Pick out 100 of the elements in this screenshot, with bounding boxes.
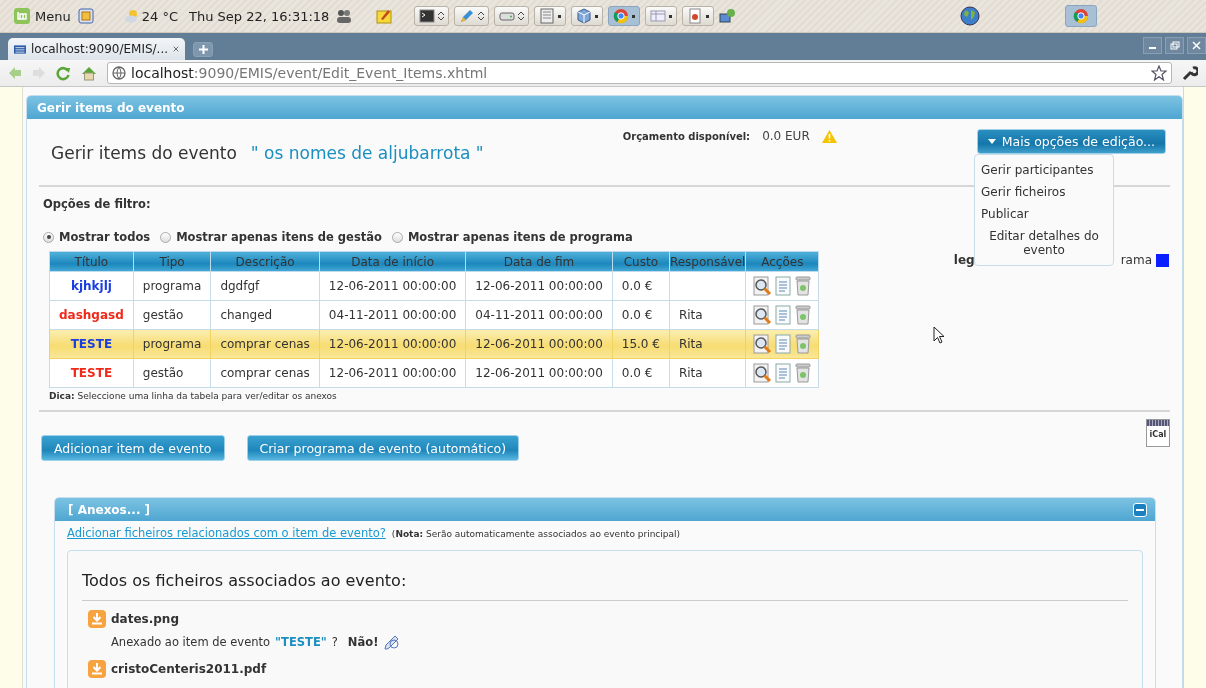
table-cell: gestão — [133, 358, 211, 388]
download-icon[interactable] — [88, 610, 106, 628]
column-header: Responsável — [669, 251, 746, 272]
minimize-button[interactable] — [1143, 37, 1162, 54]
table-cell: 0.0 € — [612, 271, 670, 301]
table-cell: 0.0 € — [612, 300, 670, 330]
radio-option[interactable]: Mostrar apenas itens de gestão — [160, 230, 382, 244]
taskbar-button[interactable] — [414, 6, 450, 26]
table-row[interactable]: TESTE programa comprar cenas 12-06-2011 00:00:00 12-06-2011 00:00:00 15.0 € Rita — [49, 329, 819, 359]
browser-tab[interactable]: localhost:9090/EMIS/... — [8, 38, 185, 60]
site-icon — [14, 43, 26, 55]
magnifier-icon[interactable] — [752, 333, 773, 355]
trash-icon[interactable] — [794, 275, 813, 297]
event-name: " os nomes de aljubarrota " — [250, 143, 484, 163]
back-arrow-icon — [8, 66, 22, 80]
radio-button[interactable] — [160, 231, 172, 243]
table-cell: gestão — [133, 300, 211, 330]
budget-value: 0.0 EUR — [762, 129, 810, 143]
table-cell: 0.0 € — [612, 358, 670, 388]
globe-icon — [112, 66, 126, 80]
caret-icon — [987, 139, 996, 144]
table-cell: dgdfgf — [210, 271, 320, 301]
reload-icon — [56, 65, 71, 81]
new-tab-button[interactable] — [193, 42, 213, 57]
close-button[interactable] — [1187, 37, 1206, 54]
table-row[interactable]: TESTE gestão comprar cenas 12-06-2011 00:00:00 12-06-2011 00:00:00 0.0 € Rita — [49, 358, 819, 388]
ical-button[interactable]: iCal — [1146, 419, 1170, 447]
table-cell: 12-06-2011 00:00:00 — [319, 271, 466, 301]
spinner-icon — [478, 11, 485, 21]
trash-icon[interactable] — [794, 333, 813, 355]
item-title: dashgasd — [59, 308, 124, 322]
home-button[interactable] — [81, 65, 97, 81]
spinner-icon — [518, 11, 525, 21]
forward-arrow-icon — [32, 66, 46, 80]
collapse-button[interactable] — [1133, 502, 1147, 517]
filter-label: Opções de filtro: — [43, 197, 151, 211]
browser-icon — [613, 8, 630, 24]
files-heading: Todos os ficheiros associados ao evento: — [82, 571, 408, 590]
column-header: Tipo — [133, 251, 211, 272]
table-cell: 15.0 € — [612, 329, 670, 359]
table-row[interactable]: dashgasd gestão changed 04-11-2011 00:00:00 04-11-2011 00:00:00 0.0 € Rita — [49, 300, 819, 330]
close-icon[interactable] — [173, 45, 179, 53]
magnifier-icon[interactable] — [752, 362, 773, 384]
restore-icon — [1169, 41, 1180, 50]
table-cell: Rita — [669, 358, 746, 388]
table-cell: 12-06-2011 00:00:00 — [319, 358, 466, 388]
answer-text: Não! — [347, 635, 379, 649]
column-header: Data de início — [319, 251, 466, 272]
desktop-icon — [77, 8, 94, 24]
spreadsheet-icon — [650, 8, 667, 24]
legend-text: rama — [1120, 253, 1152, 267]
browser-icon — [1073, 8, 1090, 24]
download-icon[interactable] — [88, 660, 106, 678]
terminal-icon — [419, 8, 436, 24]
attachments-header: [ Anexos... ] — [68, 502, 152, 517]
minus-icon — [1136, 508, 1144, 511]
pen-icon — [459, 8, 476, 24]
table-cell: changed — [210, 300, 320, 330]
file-name: dates.png — [111, 612, 179, 626]
column-header: Título — [49, 251, 134, 272]
table-cell: comprar cenas — [210, 329, 320, 359]
settings-button[interactable] — [1182, 65, 1198, 81]
radio-option[interactable]: Mostrar todos — [43, 230, 151, 244]
radio-button[interactable] — [391, 231, 403, 243]
column-header: Custo — [612, 251, 670, 272]
tip-text: Dica: Seleccione uma linha da tabela para ver/editar os anexos — [49, 391, 338, 401]
magnifier-icon[interactable] — [752, 275, 773, 297]
menu-item[interactable]: Editar detalhes do evento — [975, 225, 1113, 261]
action-button[interactable]: Adicionar item de evento — [41, 435, 225, 461]
table-cell: programa — [133, 271, 211, 301]
table-row[interactable]: kjhkjlj programa dgdfgf 12-06-2011 00:00:00 12-06-2011 00:00:00 0.0 € — [49, 271, 819, 301]
edit-icon[interactable] — [383, 633, 402, 651]
spinner-icon — [438, 11, 445, 21]
address-field[interactable]: localhost:9090/EMIS/event/Edit_Event_Items.xhtml — [107, 62, 1172, 84]
menu-item[interactable]: Gerir participantes — [975, 159, 1113, 181]
bookmark-star-icon[interactable] — [1151, 65, 1167, 81]
page-heading: Gerir items do evento — [51, 143, 237, 163]
radio-option[interactable]: Mostrar apenas itens de programa — [391, 230, 633, 244]
more-options-button[interactable]: Mais opções de edição... — [976, 129, 1166, 154]
cloud-icon — [123, 8, 140, 24]
trash-icon[interactable] — [794, 362, 813, 384]
restore-button[interactable] — [1165, 37, 1184, 54]
table-cell: 12-06-2011 00:00:00 — [465, 271, 613, 301]
reload-button[interactable] — [56, 65, 71, 81]
legend-label: leg — [953, 253, 975, 267]
item-title: TESTE — [70, 366, 113, 380]
action-button[interactable]: Criar programa de evento (automático) — [246, 435, 520, 461]
menu-item[interactable]: Publicar — [975, 203, 1113, 225]
mint-logo-icon — [14, 8, 30, 24]
radio-button[interactable] — [43, 231, 54, 243]
table-cell: Rita — [669, 300, 746, 330]
file-name: cristoCenteris2011.pdf — [111, 662, 267, 676]
column-header: Acções — [745, 251, 819, 272]
menu-button[interactable]: Menu — [12, 6, 73, 26]
magnifier-icon[interactable] — [752, 304, 773, 326]
table-cell: 04-11-2011 00:00:00 — [319, 300, 466, 330]
menu-item[interactable]: Gerir ficheiros — [975, 181, 1113, 203]
trash-icon[interactable] — [794, 304, 813, 326]
wrench-icon — [1182, 65, 1198, 81]
column-header: Data de fim — [465, 251, 613, 272]
